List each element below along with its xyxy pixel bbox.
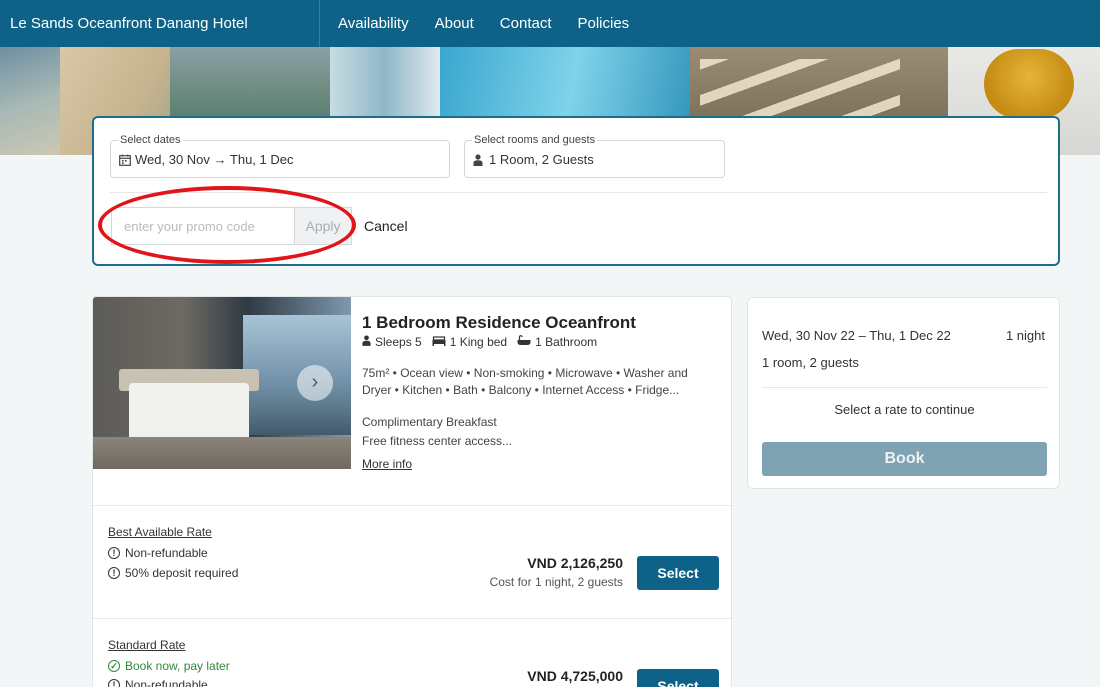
promo-code-input[interactable]	[111, 207, 294, 245]
nav-policies[interactable]: Policies	[578, 15, 630, 32]
booking-search-panel: Select dates Wed, 30 Nov → Thu, 1 Dec Se…	[92, 116, 1060, 266]
search-divider	[110, 192, 1047, 193]
room-card: › 1 Bedroom Residence Oceanfront Sleeps …	[92, 296, 732, 687]
info-icon: !	[108, 567, 120, 579]
bath-feature: 1 Bathroom	[517, 335, 597, 349]
condition-text: Book now, pay later	[125, 659, 230, 673]
select-rate-button[interactable]: Select	[637, 669, 719, 687]
bath-icon	[517, 335, 531, 349]
main-nav: Availability About Contact Policies	[320, 0, 655, 47]
nav-contact[interactable]: Contact	[500, 15, 552, 32]
condition-item: ! Non-refundable	[108, 546, 208, 560]
rate-name-link[interactable]: Best Available Rate	[108, 525, 212, 539]
book-button[interactable]: Book	[762, 442, 1047, 476]
check-circle-icon: ✓	[108, 660, 120, 672]
condition-item: ! Non-refundable	[108, 678, 208, 687]
info-icon: !	[108, 679, 120, 687]
dates-label: Select dates	[118, 134, 183, 146]
summary-nights: 1 night	[1005, 328, 1045, 343]
condition-text: Non-refundable	[125, 546, 208, 560]
room-amenities: 75m² • Ocean view • Non-smoking • Microw…	[362, 366, 688, 397]
dates-value: Wed, 30 Nov → Thu, 1 Dec	[135, 152, 294, 167]
bath-text: 1 Bathroom	[535, 335, 598, 349]
sleeps-feature: Sleeps 5	[362, 335, 422, 349]
condition-item: ! 50% deposit required	[108, 566, 238, 580]
perk-breakfast: Complimentary Breakfast	[362, 415, 497, 429]
perk-fitness: Free fitness center access...	[362, 434, 513, 448]
date-picker-field[interactable]: Select dates Wed, 30 Nov → Thu, 1 Dec	[110, 134, 450, 178]
calendar-icon	[119, 154, 131, 168]
rate-price: VND 4,725,000	[527, 668, 623, 684]
summary-guests: 1 room, 2 guests	[762, 355, 859, 370]
chevron-right-icon[interactable]: ›	[297, 365, 333, 401]
rate-price: VND 2,126,250	[527, 555, 623, 571]
room-perks: Complimentary Breakfast Free fitness cen…	[362, 413, 512, 451]
bed-text: 1 King bed	[449, 335, 508, 349]
room-floor	[93, 437, 351, 469]
booking-summary-panel: Wed, 30 Nov 22 – Thu, 1 Dec 22 1 night 1…	[747, 297, 1060, 489]
room-photo[interactable]: ›	[93, 297, 351, 469]
info-icon: !	[108, 547, 120, 559]
bed-feature: 1 King bed	[432, 335, 507, 349]
hotel-name[interactable]: Le Sands Oceanfront Danang Hotel	[0, 0, 320, 47]
sun-loungers	[700, 59, 900, 119]
more-info-link[interactable]: More info	[362, 457, 412, 471]
condition-text: Non-refundable	[125, 678, 208, 687]
condition-text: 50% deposit required	[125, 566, 239, 580]
cancel-promo-link[interactable]: Cancel	[364, 218, 408, 234]
rate-row: Best Available Rate ! Non-refundable ! 50%…	[93, 505, 731, 618]
room-window	[243, 315, 351, 435]
summary-divider	[762, 387, 1047, 388]
room-features: Sleeps 5 1 King bed 1 Bathroom	[362, 335, 597, 349]
nav-availability[interactable]: Availability	[338, 15, 409, 32]
hotel-logo-emblem	[984, 49, 1074, 119]
room-title: 1 Bedroom Residence Oceanfront	[362, 313, 636, 332]
rooms-label: Select rooms and guests	[472, 134, 598, 146]
summary-dates: Wed, 30 Nov 22 – Thu, 1 Dec 22	[762, 328, 951, 343]
room-bed	[129, 383, 249, 443]
rooms-value: 1 Room, 2 Guests	[489, 152, 594, 167]
rate-price-note: Cost for 1 night, 2 guests	[489, 575, 623, 589]
bed-icon	[432, 335, 446, 349]
condition-item: ✓ Book now, pay later	[108, 659, 230, 673]
nav-about[interactable]: About	[435, 15, 474, 32]
sleeps-text: Sleeps 5	[375, 335, 422, 349]
rooms-guests-field[interactable]: Select rooms and guests 1 Room, 2 Guests	[464, 134, 725, 178]
select-rate-button[interactable]: Select	[637, 556, 719, 590]
apply-promo-button[interactable]: Apply	[294, 207, 352, 245]
person-icon	[473, 154, 483, 168]
rate-row: Standard Rate ✓ Book now, pay later ! Non-…	[93, 618, 731, 687]
summary-prompt: Select a rate to continue	[834, 402, 975, 417]
person-icon	[362, 335, 371, 349]
rate-name-link[interactable]: Standard Rate	[108, 638, 185, 652]
top-nav-bar: Le Sands Oceanfront Danang Hotel Availab…	[0, 0, 1100, 47]
